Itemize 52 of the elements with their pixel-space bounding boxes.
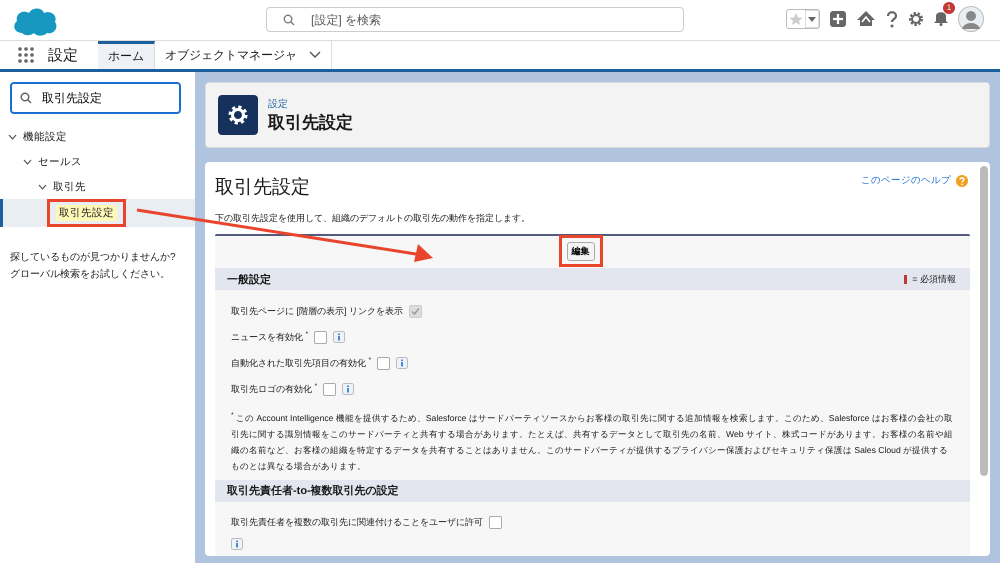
help-text: グローバル検索をお試しください。 xyxy=(10,268,171,282)
footnote-text: $^{*}$ この Account Intelligence 機能を提供するため、Salesforce はサードパーティソースからお客様の取引先に関する追加情報を検索します。このため、Salesforce はお客様の会社の取引先に関する識別情報をこのサードパーティと共有する場合があります。たとえば、共有するデータとして取引先の名前、Web サイト、株式コードがあります。お客様の名前や組織の名前など、お客様の組織を特定するデータを共有することはありません。このサードパーティが提供するプライバシー保護およびセキュリティ保護は Sales Cloud が提供するものとは異なる場合があります。 xyxy=(231,411,954,473)
setup-search-field[interactable]: 取引先設定 xyxy=(10,82,181,114)
chevron-down-icon[interactable] xyxy=(309,51,321,59)
global-search-field[interactable]: [設定] を検索 xyxy=(266,7,684,32)
edit-button[interactable]: 編集 xyxy=(566,242,594,261)
app-name: 設定 xyxy=(48,46,78,64)
checkbox[interactable] xyxy=(314,330,328,344)
page-title: 取引先設定 xyxy=(268,112,353,134)
help-link[interactable]: このページのヘルプ xyxy=(861,174,951,187)
app-launcher-icon[interactable] xyxy=(18,47,34,63)
chevron-down-icon[interactable] xyxy=(38,184,47,190)
breadcrumb-link[interactable]: 設定 xyxy=(268,96,353,110)
field-label: 取引先責任者を複数の取引先に関連付けることをユーザに許可 xyxy=(231,516,483,530)
favorites-button[interactable] xyxy=(786,9,820,29)
tree-item[interactable]: 取引先 xyxy=(53,180,86,194)
legend-text: = 必須情報 xyxy=(912,272,956,286)
scrollbar[interactable] xyxy=(980,166,988,476)
required-marker xyxy=(904,274,908,284)
field-label: ニュースを有効化 $^{*}$ xyxy=(231,330,308,344)
checkbox[interactable] xyxy=(489,516,502,530)
field-label: 取引先ロゴの有効化 $^{*}$ xyxy=(231,382,318,396)
description-text: 下の取引先設定を使用して、組織のデフォルトの取引先の動作を指定します。 xyxy=(215,212,531,225)
add-icon[interactable] xyxy=(829,10,847,28)
field-label: 自動化された取引先項目の有効化 $^{*}$ xyxy=(231,356,372,370)
help-text: 探しているものが見つかりませんか? xyxy=(10,251,177,265)
avatar[interactable] xyxy=(958,6,984,32)
info-icon[interactable] xyxy=(342,383,354,395)
caret-icon xyxy=(805,10,819,28)
checkbox[interactable] xyxy=(377,356,390,370)
section-heading: 取引先責任者-to-複数取引先の設定 xyxy=(227,484,399,498)
chevron-down-icon[interactable] xyxy=(8,134,17,140)
section-title: 取引先設定 xyxy=(215,176,310,200)
nav-tab[interactable]: ホーム xyxy=(98,41,155,69)
tree-item[interactable]: 機能設定 xyxy=(23,130,67,144)
settings-icon xyxy=(218,95,258,135)
tree-item[interactable]: 取引先設定 xyxy=(56,205,117,221)
search-icon xyxy=(20,92,32,104)
field-label: 取引先ページに [階層の表示] リンクを表示 xyxy=(231,304,404,318)
tree-item[interactable]: セールス xyxy=(38,154,82,168)
info-icon[interactable] xyxy=(231,538,243,550)
nav-tab[interactable]: オブジェクトマネージャ xyxy=(155,41,332,69)
section-heading: 一般設定 xyxy=(227,272,271,286)
search-input[interactable]: [設定] を検索 xyxy=(309,12,653,28)
notification-badge: 1 xyxy=(943,2,955,14)
help-icon[interactable] xyxy=(885,10,899,28)
chevron-down-icon[interactable] xyxy=(23,158,32,164)
checkbox[interactable] xyxy=(323,382,336,396)
info-icon[interactable] xyxy=(333,331,346,343)
settings-icon[interactable] xyxy=(908,11,924,27)
info-icon[interactable] xyxy=(396,357,408,369)
search-icon xyxy=(283,14,295,26)
